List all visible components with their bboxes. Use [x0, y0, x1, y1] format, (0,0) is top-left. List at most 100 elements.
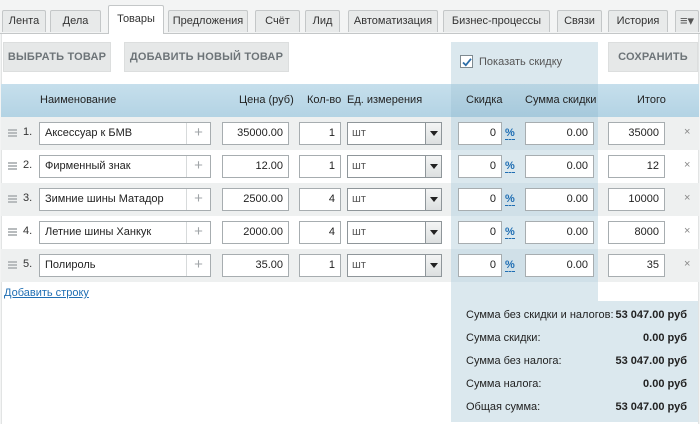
- total-input[interactable]: 12: [608, 155, 665, 178]
- summary-total-value: 53 047.00 руб: [615, 401, 687, 413]
- discount-input[interactable]: 0: [458, 155, 502, 178]
- discount-type-toggle[interactable]: %: [505, 161, 515, 173]
- drag-handle-icon[interactable]: [8, 195, 17, 203]
- column-header-name: Наименование: [40, 94, 117, 106]
- summary-no-tax-value: 53 047.00 руб: [615, 355, 687, 367]
- discount-sum-input[interactable]: 0.00: [525, 221, 594, 244]
- close-icon[interactable]: ×: [684, 159, 690, 171]
- unit-select[interactable]: шт: [347, 155, 442, 178]
- chevron-down-icon[interactable]: [425, 123, 441, 144]
- row-number: 5.: [23, 258, 33, 270]
- chevron-down-icon[interactable]: [425, 222, 441, 243]
- quantity-input[interactable]: 1: [299, 155, 341, 178]
- table-row: 3. Зимние шины Матадор + 2500.00 4 шт 0 …: [1, 183, 699, 216]
- total-input[interactable]: 35000: [608, 122, 665, 145]
- total-input[interactable]: 8000: [608, 221, 665, 244]
- tab-bar: Лента Дела Товары Предложения Счёт Лид А…: [0, 0, 700, 34]
- add-row-link[interactable]: Добавить строку: [4, 287, 89, 299]
- tab-feed[interactable]: Лента: [2, 10, 46, 32]
- discount-sum-input[interactable]: 0.00: [525, 254, 594, 277]
- show-discount-checkbox[interactable]: [460, 54, 473, 68]
- table-row: 1. Аксессуар к БМВ + 35000.00 1 шт 0 % 0…: [1, 117, 699, 150]
- show-discount-toggle[interactable]: Показать скидку: [460, 54, 562, 70]
- total-input[interactable]: 35: [608, 254, 665, 277]
- close-icon[interactable]: ×: [684, 192, 690, 204]
- discount-input[interactable]: 0: [458, 221, 502, 244]
- column-header-discount-sum: Сумма скидки: [525, 94, 597, 106]
- table-row: 2. Фирменный знак + 12.00 1 шт 0 % 0.00 …: [1, 150, 699, 183]
- menu-icon[interactable]: ≡▾: [675, 10, 699, 32]
- quantity-input[interactable]: 1: [299, 122, 341, 145]
- price-input[interactable]: 2500.00: [222, 188, 289, 211]
- tab-invoice[interactable]: Счёт: [255, 10, 300, 32]
- close-icon[interactable]: ×: [684, 126, 690, 138]
- plus-icon[interactable]: +: [186, 189, 210, 210]
- column-header-unit: Ед. измерения: [347, 94, 423, 106]
- save-button[interactable]: СОХРАНИТЬ: [608, 42, 698, 72]
- close-icon[interactable]: ×: [684, 258, 690, 270]
- unit-value: шт: [352, 226, 366, 238]
- chevron-down-icon[interactable]: [425, 189, 441, 210]
- discount-type-toggle[interactable]: %: [505, 128, 515, 140]
- unit-value: шт: [352, 259, 366, 271]
- discount-type-toggle[interactable]: %: [505, 194, 515, 206]
- tab-links[interactable]: Связи: [557, 10, 602, 32]
- plus-icon[interactable]: +: [186, 222, 210, 243]
- quantity-input[interactable]: 4: [299, 188, 341, 211]
- discount-sum-input[interactable]: 0.00: [525, 155, 594, 178]
- summary-discount-label: Сумма скидки:: [466, 332, 541, 344]
- row-number: 1.: [23, 126, 33, 138]
- discount-input[interactable]: 0: [458, 122, 502, 145]
- quantity-input[interactable]: 4: [299, 221, 341, 244]
- select-product-button[interactable]: ВЫБРАТЬ ТОВАР: [3, 42, 111, 72]
- discount-sum-input[interactable]: 0.00: [525, 122, 594, 145]
- tab-business-processes[interactable]: Бизнес-процессы: [443, 10, 550, 32]
- tab-history[interactable]: История: [608, 10, 668, 32]
- row-number: 2.: [23, 159, 33, 171]
- drag-handle-icon[interactable]: [8, 162, 17, 170]
- total-input[interactable]: 10000: [608, 188, 665, 211]
- summary-no-discount-no-tax-label: Сумма без скидки и налогов:: [466, 309, 614, 321]
- summary-tax-value: 0.00 руб: [643, 378, 687, 390]
- price-input[interactable]: 12.00: [222, 155, 289, 178]
- price-input[interactable]: 35.00: [222, 254, 289, 277]
- show-discount-label: Показать скидку: [479, 56, 563, 68]
- price-input[interactable]: 35000.00: [222, 122, 289, 145]
- summary-discount-value: 0.00 руб: [643, 332, 687, 344]
- add-new-product-button[interactable]: ДОБАВИТЬ НОВЫЙ ТОВАР: [124, 42, 289, 72]
- discount-sum-input[interactable]: 0.00: [525, 188, 594, 211]
- plus-icon[interactable]: +: [186, 255, 210, 276]
- row-number: 4.: [23, 225, 33, 237]
- tab-offers[interactable]: Предложения: [168, 10, 248, 32]
- close-icon[interactable]: ×: [684, 225, 690, 237]
- unit-select[interactable]: шт: [347, 122, 442, 145]
- tab-lead[interactable]: Лид: [305, 10, 340, 32]
- tab-tasks[interactable]: Дела: [50, 10, 101, 32]
- plus-icon[interactable]: +: [186, 123, 210, 144]
- chevron-down-icon[interactable]: [425, 156, 441, 177]
- unit-select[interactable]: шт: [347, 188, 442, 211]
- unit-select[interactable]: шт: [347, 221, 442, 244]
- unit-value: шт: [352, 127, 366, 139]
- column-header-discount: Скидка: [466, 94, 503, 106]
- table-row: 4. Летние шины Ханкук + 2000.00 4 шт 0 %…: [1, 216, 699, 249]
- drag-handle-icon[interactable]: [8, 129, 17, 137]
- quantity-input[interactable]: 1: [299, 254, 341, 277]
- summary-tax-label: Сумма налога:: [466, 378, 542, 390]
- row-number: 3.: [23, 192, 33, 204]
- unit-select[interactable]: шт: [347, 254, 442, 277]
- discount-type-toggle[interactable]: %: [505, 227, 515, 239]
- drag-handle-icon[interactable]: [8, 261, 17, 269]
- price-input[interactable]: 2000.00: [222, 221, 289, 244]
- drag-handle-icon[interactable]: [8, 228, 17, 236]
- plus-icon[interactable]: +: [186, 156, 210, 177]
- tab-products[interactable]: Товары: [108, 5, 164, 34]
- summary-no-tax-label: Сумма без налога:: [466, 355, 562, 367]
- discount-input[interactable]: 0: [458, 188, 502, 211]
- chevron-down-icon[interactable]: [425, 255, 441, 276]
- discount-type-toggle[interactable]: %: [505, 260, 515, 272]
- discount-input[interactable]: 0: [458, 254, 502, 277]
- unit-value: шт: [352, 160, 366, 172]
- checkmark-icon: [462, 57, 472, 67]
- tab-automation[interactable]: Автоматизация: [348, 10, 438, 32]
